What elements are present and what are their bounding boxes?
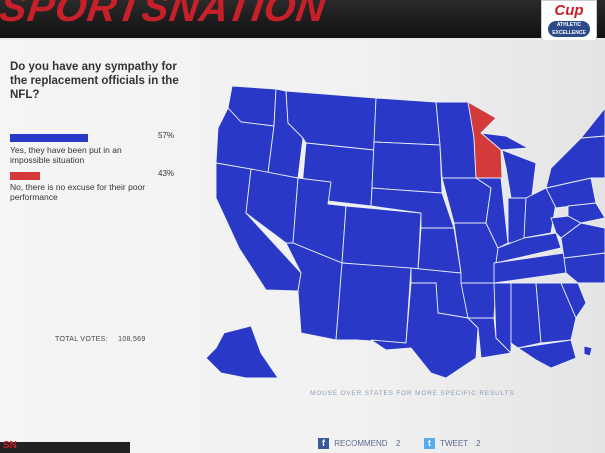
answer-no: No, there is no excuse for their poor pe… [10, 182, 146, 202]
facebook-icon: f [318, 438, 329, 449]
answer-yes: Yes, they have been put in an impossible… [10, 145, 122, 165]
state-alaska[interactable] [206, 325, 279, 378]
tweet-count: 2 [476, 439, 481, 448]
facebook-recommend-button[interactable]: f RECOMMEND 2 [318, 438, 400, 449]
poll-question: Do you have any sympathy for the replace… [10, 61, 179, 101]
recommend-count: 2 [395, 439, 401, 448]
twitter-icon: t [424, 438, 435, 449]
result-bar-yes [10, 134, 88, 142]
state-hawaii[interactable] [583, 345, 593, 357]
cup-logo-word: Cup [554, 2, 584, 19]
map-hint: MOUSE OVER STATES FOR MORE SPECIFIC RESU… [310, 390, 515, 397]
total-votes-value: 108,569 [118, 336, 146, 343]
result-percent-yes: 57% [158, 131, 175, 140]
state-new-york[interactable] [545, 135, 605, 189]
result-bar-no [10, 172, 40, 180]
state-north-dakota[interactable] [373, 97, 441, 146]
state-new-england[interactable] [579, 107, 605, 139]
us-results-map[interactable] [206, 78, 605, 378]
sportsnation-logo: SPORTSNATION [0, 0, 330, 30]
footer-brand: SN [3, 440, 17, 451]
poll-panel: Do you have any sympathy for the replace… [0, 40, 605, 453]
state-colorado[interactable] [341, 205, 422, 271]
state-south-dakota[interactable] [371, 141, 443, 194]
cup-logo-badge: ATHLETIC EXCELLENCE [548, 21, 590, 37]
total-votes: TOTAL VOTES: 108,569 [55, 336, 146, 343]
top-header: SPORTSNATION Cup ATHLETIC EXCELLENCE [0, 0, 605, 48]
state-new-mexico[interactable] [335, 262, 412, 344]
tweet-button[interactable]: t TWEET 2 [424, 438, 481, 449]
result-percent-no: 43% [158, 169, 175, 178]
total-votes-label: TOTAL VOTES: [55, 336, 108, 343]
bottom-bar: SN [0, 440, 130, 453]
tweet-label: TWEET [440, 439, 468, 448]
state-kansas[interactable] [417, 227, 462, 274]
state-indiana[interactable] [507, 197, 527, 244]
recommend-label: RECOMMEND [334, 439, 388, 448]
